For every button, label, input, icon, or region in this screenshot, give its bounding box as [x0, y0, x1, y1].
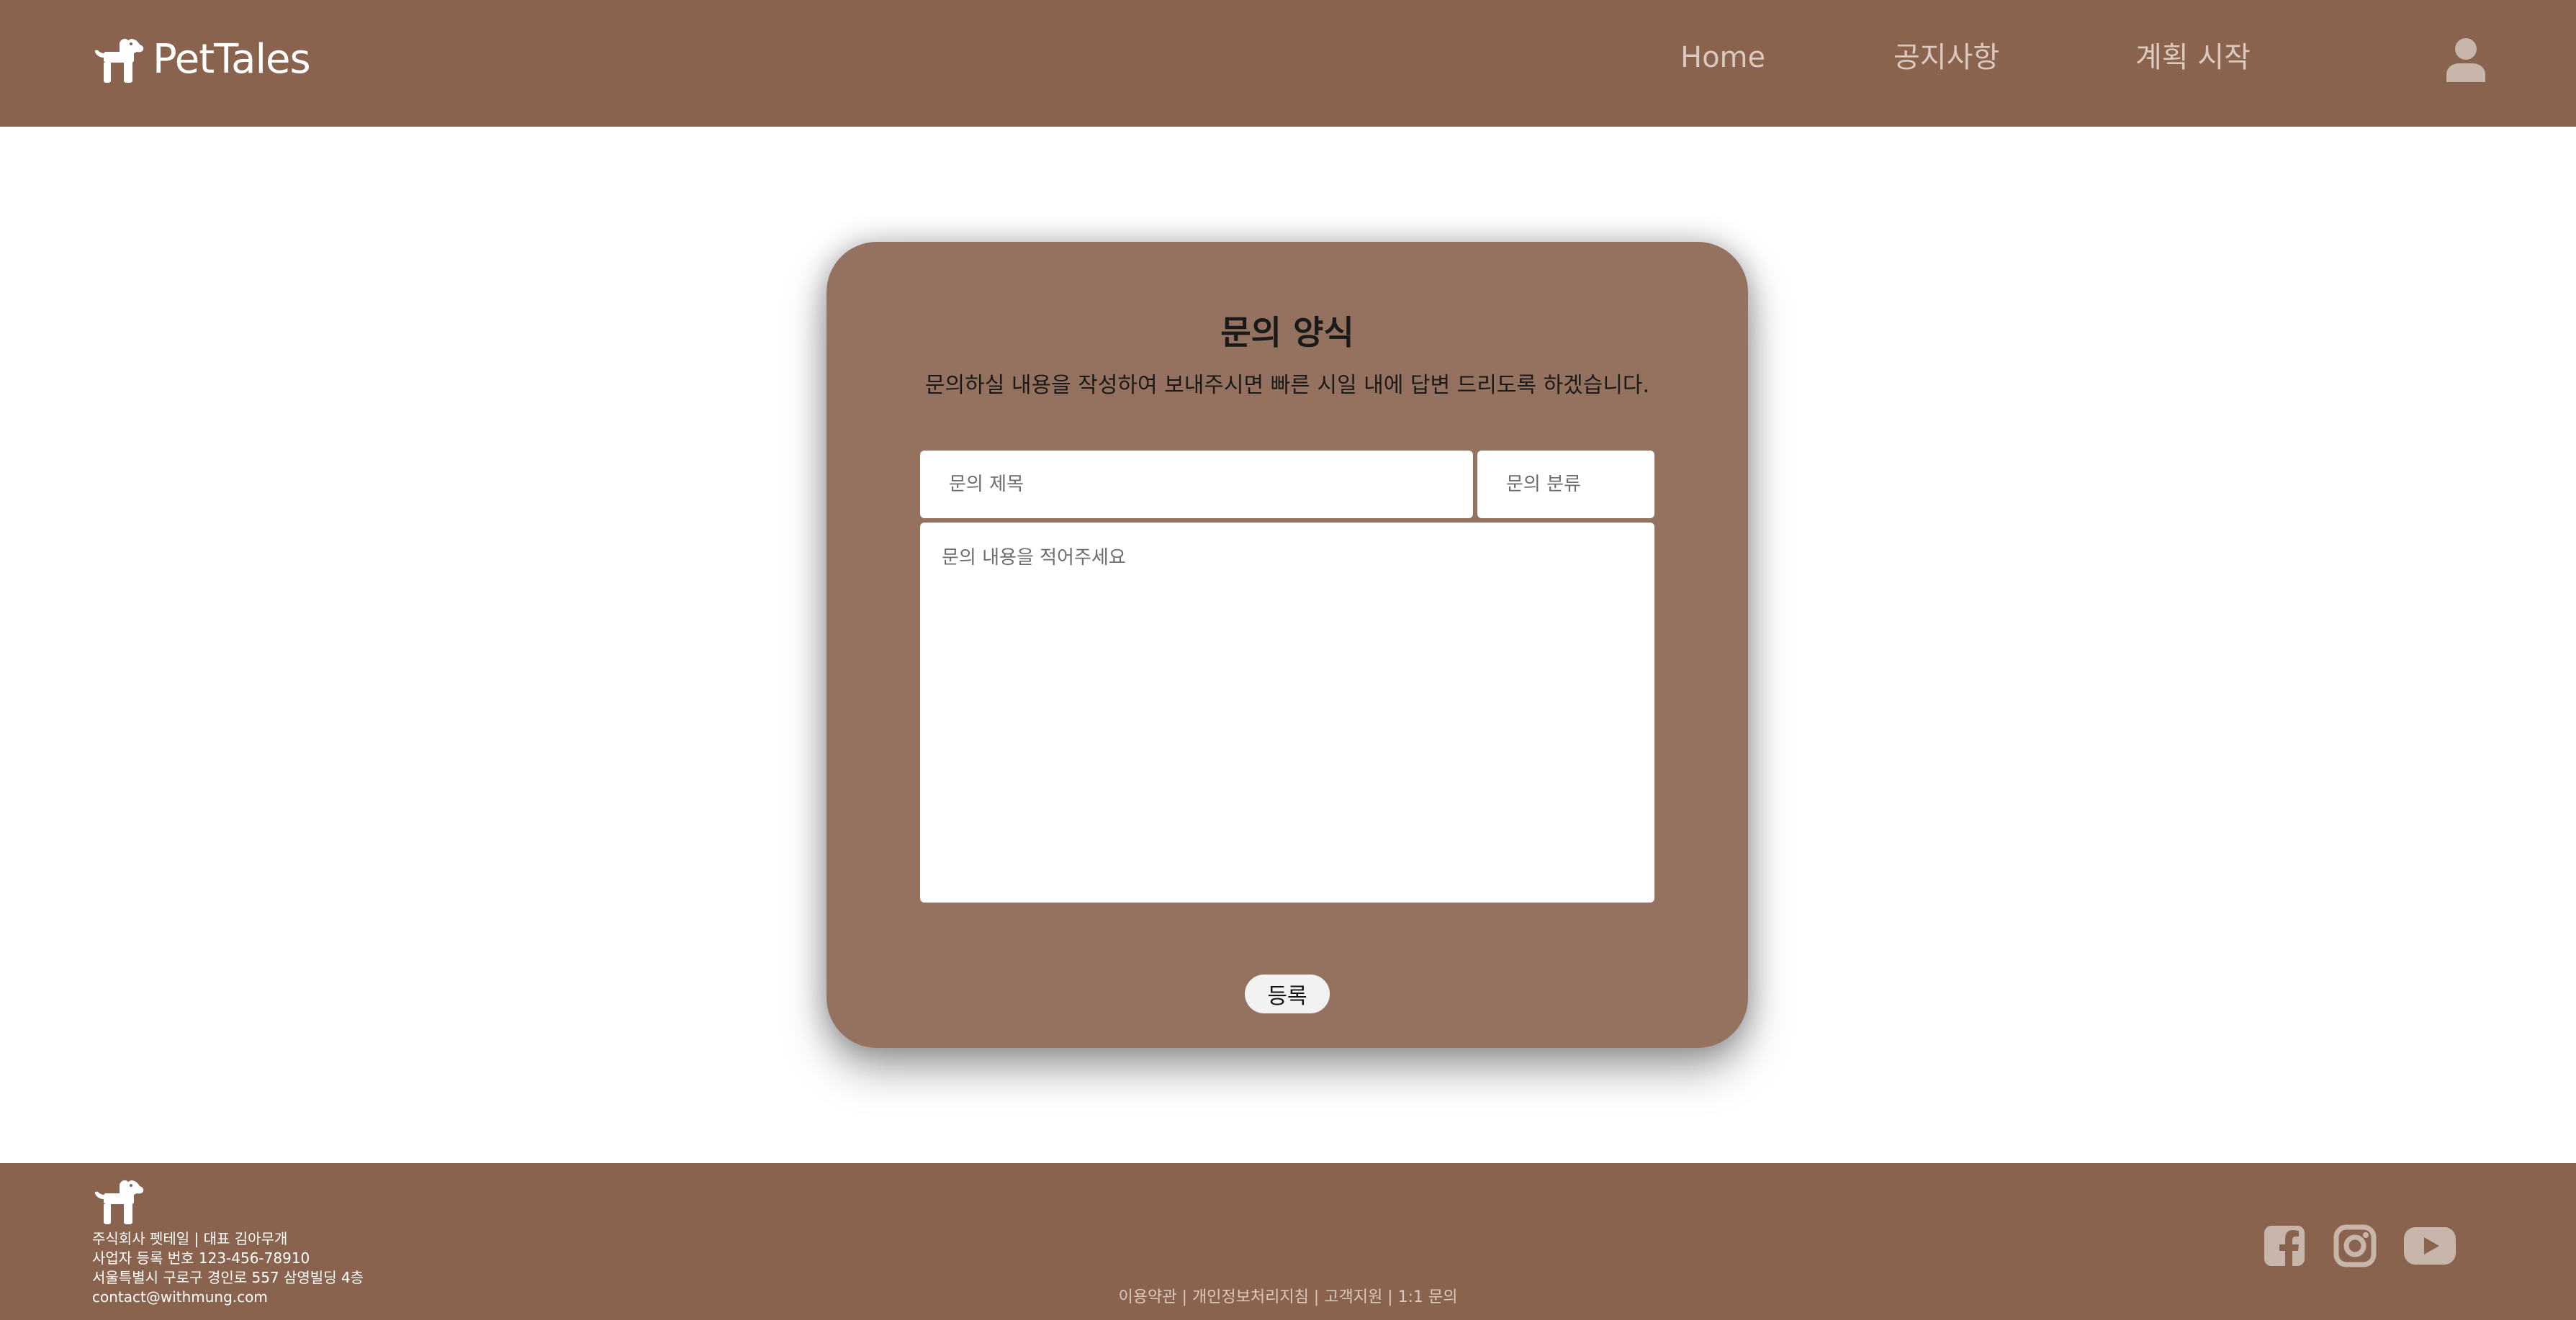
instagram-icon[interactable] — [2333, 1221, 2377, 1271]
inquiry-form-card: 문의 양식 문의하실 내용을 작성하여 보내주시면 빠른 시일 내에 답변 드리… — [827, 242, 1748, 1048]
footer: 주식회사 펫테일 | 대표 김아무개 사업자 등록 번호 123-456-789… — [0, 1163, 2576, 1320]
address-line: 서울특별시 구로구 경인로 557 삼영빌딩 4층 — [92, 1269, 364, 1286]
dog-icon — [91, 36, 145, 83]
privacy-link[interactable]: 개인정보처리지침 — [1192, 1288, 1309, 1306]
submit-button[interactable]: 등록 — [1245, 975, 1330, 1013]
inquiry-title-input[interactable] — [920, 451, 1473, 518]
link-separator: | — [1382, 1288, 1398, 1306]
nav-plan-start[interactable]: 계획 시작 — [2135, 37, 2251, 78]
brand-name: PetTales — [153, 36, 311, 83]
support-link[interactable]: 고객지원 — [1324, 1288, 1382, 1306]
user-icon[interactable] — [2445, 37, 2487, 82]
facebook-icon[interactable] — [2264, 1221, 2305, 1271]
form-subtitle: 문의하실 내용을 작성하여 보내주시면 빠른 시일 내에 답변 드리도록 하겠습… — [924, 373, 1650, 398]
company-name-line: 주식회사 펫테일 | 대표 김아무개 — [92, 1230, 288, 1247]
terms-link[interactable]: 이용약관 — [1119, 1288, 1177, 1306]
inquiry-content-textarea[interactable] — [920, 523, 1654, 903]
link-separator: | — [1176, 1288, 1192, 1306]
business-number-line: 사업자 등록 번호 123-456-78910 — [92, 1249, 310, 1267]
inquiry-category-input[interactable] — [1477, 451, 1654, 518]
footer-dog-icon — [91, 1177, 145, 1225]
link-separator: | — [1308, 1288, 1325, 1306]
page: PetTales Home 공지사항 계획 시작 문의 양식 문의하실 내용을 … — [0, 0, 2576, 1320]
nav-notice[interactable]: 공지사항 — [1893, 37, 1999, 78]
form-title: 문의 양식 — [1220, 313, 1354, 352]
brand-logo[interactable]: PetTales — [91, 36, 311, 83]
inquiry-link[interactable]: 1:1 문의 — [1398, 1288, 1458, 1306]
nav-home[interactable]: Home — [1680, 37, 1765, 78]
youtube-icon[interactable] — [2403, 1221, 2456, 1271]
footer-links: 이용약관 | 개인정보처리지침 | 고객지원 | 1:1 문의 — [0, 1287, 2576, 1308]
header: PetTales Home 공지사항 계획 시작 — [0, 0, 2576, 127]
